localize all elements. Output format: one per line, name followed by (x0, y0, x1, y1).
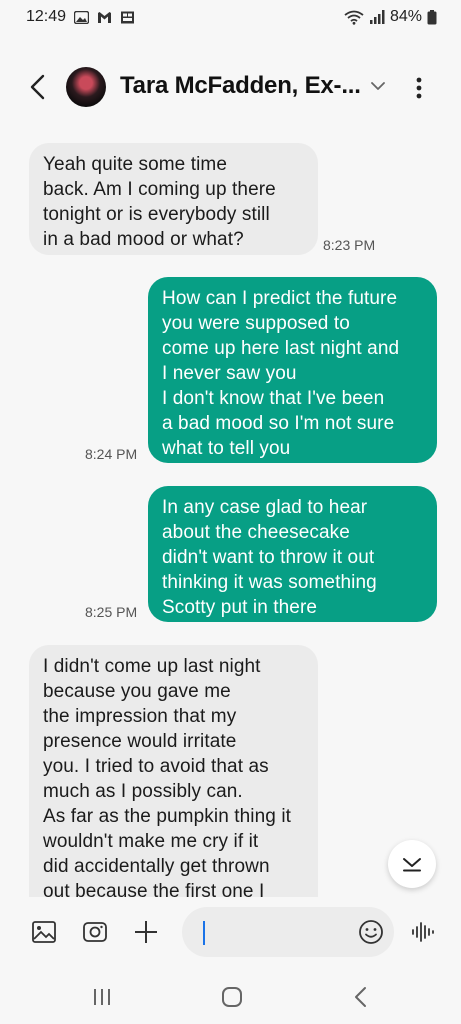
message-time: 8:24 PM (85, 446, 138, 462)
message-bubble-incoming[interactable]: Yeah quite some time back. Am I coming u… (29, 143, 318, 255)
scroll-to-bottom-button[interactable] (388, 840, 436, 888)
signal-icon (369, 10, 385, 24)
message-bubble-outgoing[interactable]: In any case glad to hear about the chees… (148, 486, 437, 622)
avatar[interactable] (66, 67, 106, 107)
more-vert-icon[interactable] (408, 72, 430, 102)
recent-apps-icon[interactable] (89, 984, 115, 1010)
home-icon[interactable] (219, 984, 245, 1010)
battery-percent: 84% (389, 8, 422, 25)
chevron-down-icon[interactable] (370, 78, 386, 94)
camera-icon[interactable] (82, 919, 108, 945)
gmail-icon (98, 11, 112, 23)
chevron-down-line-icon (403, 858, 421, 872)
message-bubble-outgoing[interactable]: How can I predict the future you were su… (148, 277, 437, 463)
emoji-icon[interactable] (358, 919, 384, 945)
message-composer (0, 897, 461, 969)
app-icon (121, 11, 135, 23)
plus-icon[interactable] (133, 919, 159, 945)
back-icon[interactable] (348, 984, 374, 1010)
text-cursor (203, 921, 205, 945)
voice-waveform-icon[interactable] (410, 919, 436, 945)
image-icon[interactable] (31, 919, 57, 945)
back-arrow-icon[interactable] (26, 72, 50, 102)
status-bar: 12:49 84% (0, 0, 461, 34)
message-time: 8:23 PM (323, 237, 376, 253)
wifi-icon (344, 10, 364, 25)
status-time: 12:49 (26, 8, 67, 25)
battery-icon (427, 9, 437, 24)
conversation-header: Tara McFadden, Ex-... (0, 58, 461, 118)
message-time: 8:25 PM (85, 604, 138, 620)
contact-name[interactable]: Tara McFadden, Ex-... (120, 72, 361, 100)
gallery-icon (74, 10, 90, 24)
message-bubble-incoming[interactable]: I didn't come up last night because you … (29, 645, 318, 897)
system-nav-bar (0, 970, 461, 1024)
